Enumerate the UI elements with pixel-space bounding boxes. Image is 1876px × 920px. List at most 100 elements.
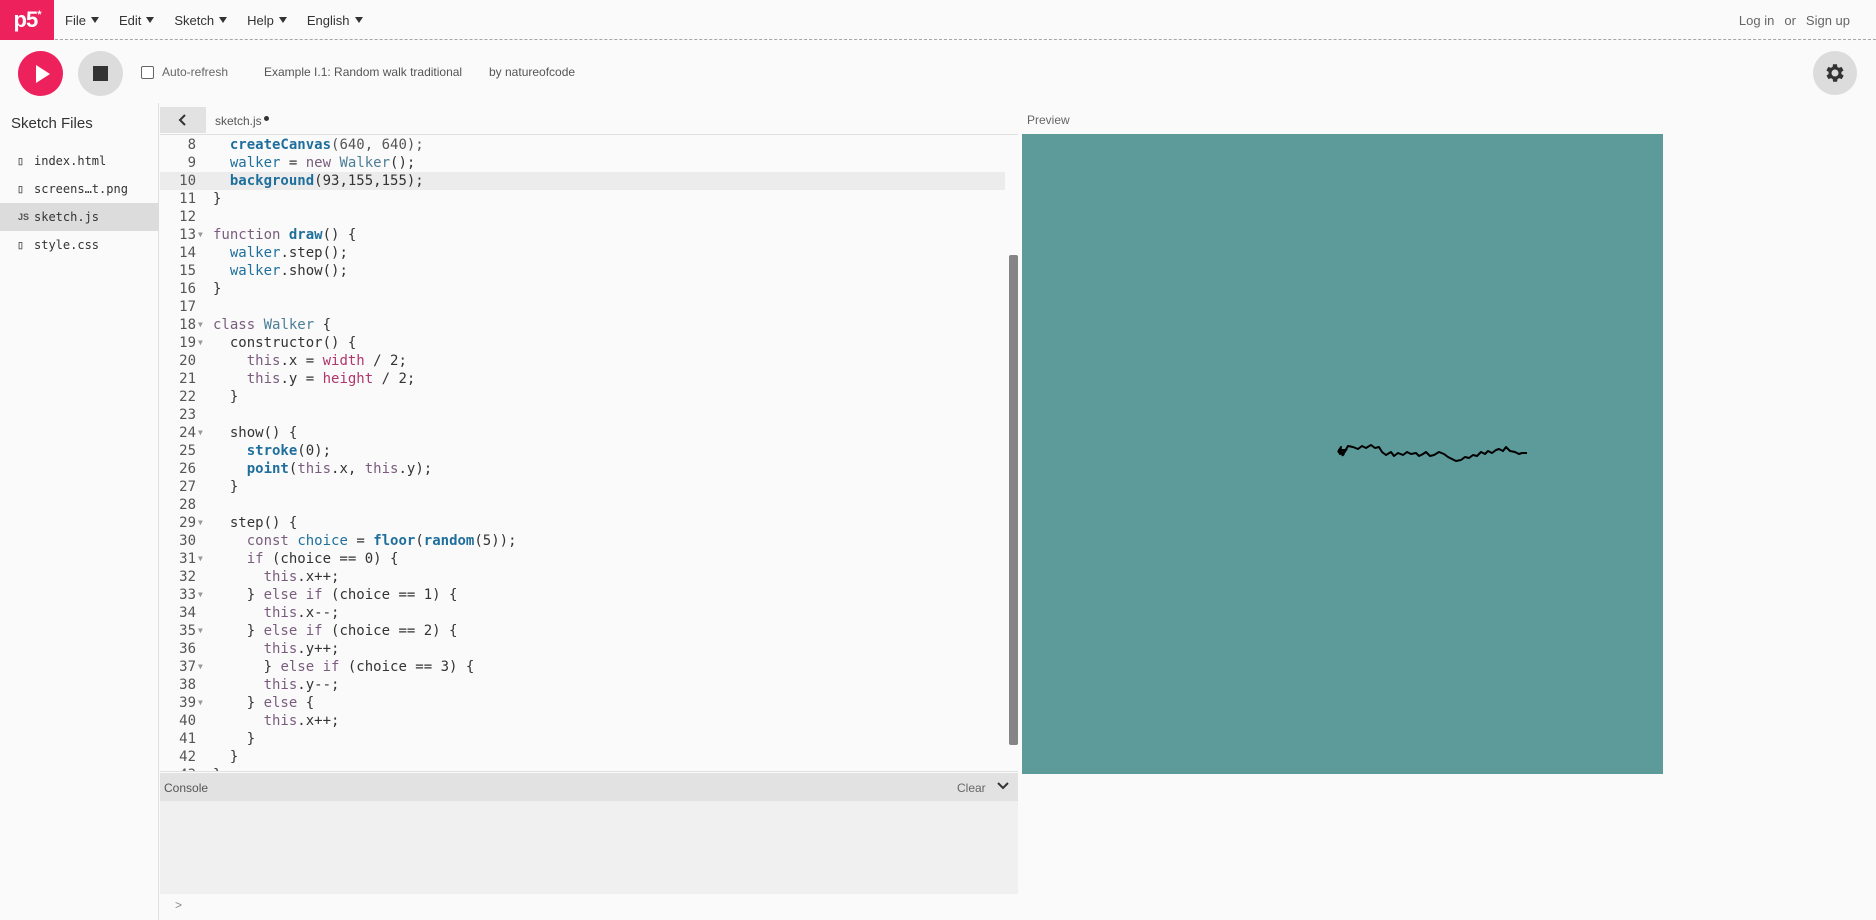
or-text: or <box>1784 12 1796 28</box>
file-item-sketch-js[interactable]: JS sketch.js <box>0 203 159 231</box>
fold-icon: ▼ <box>198 230 203 239</box>
console-output <box>160 801 1018 894</box>
code-line-39: 39 ▼ } else { <box>179 695 315 711</box>
stop-icon <box>93 66 108 81</box>
fold-icon: ▼ <box>198 554 203 563</box>
code-line-15: 15 walker.show(); <box>179 263 348 279</box>
file-icon: ▯ <box>18 239 23 250</box>
code-line-12: 12 <box>179 209 196 225</box>
code-line-31: 31 ▼ if (choice == 0) { <box>179 551 399 567</box>
code-line-9: 9 walker = new Walker(); <box>187 155 416 171</box>
code-line-40: 40 this.x++; <box>179 713 340 729</box>
auth-links: Log in or Sign up <box>1729 0 1850 40</box>
code-line-27: 27 } <box>179 479 239 495</box>
code-line-41: 41 } <box>179 731 256 747</box>
code-line-20: 20 this.x = width / 2; <box>179 353 407 369</box>
login-link[interactable]: Log in <box>1739 13 1774 28</box>
file-item-index-html[interactable]: ▯ index.html <box>0 147 159 175</box>
file-item-screenshot-png[interactable]: ▯ screens…t.png <box>0 175 159 203</box>
code-line-13: 13 ▼ function draw() { <box>179 227 357 243</box>
fold-icon: ▼ <box>198 518 203 527</box>
code-line-30: 30 const choice = floor(random(5)); <box>179 533 517 549</box>
preview-canvas[interactable] <box>1022 134 1663 774</box>
signup-link[interactable]: Sign up <box>1806 13 1850 28</box>
code-editor: sketch.js 8 createCanvas(640, 640); 9 wa… <box>160 103 1018 773</box>
settings-button[interactable] <box>1813 51 1857 95</box>
sidebar-title: Sketch Files <box>11 115 93 132</box>
main-menu: File Edit Sketch Help English <box>65 0 383 40</box>
editor-scrollbar-thumb[interactable] <box>1009 255 1018 745</box>
chevron-down-icon <box>997 782 1009 790</box>
file-item-style-css[interactable]: ▯ style.css <box>0 231 159 259</box>
code-area[interactable]: 8 createCanvas(640, 640); 9 walker = new… <box>160 136 1018 772</box>
play-button[interactable] <box>18 51 63 96</box>
code-line-29: 29 ▼ step() { <box>179 515 298 531</box>
console-clear-button[interactable]: Clear <box>957 781 986 795</box>
console-header: Console Clear <box>160 773 1018 801</box>
fold-icon: ▼ <box>198 428 203 437</box>
stop-button[interactable] <box>78 51 123 96</box>
code-line-21: 21 this.y = height / 2; <box>179 371 416 387</box>
code-line-24: 24 ▼ show() { <box>179 425 298 441</box>
menu-sketch[interactable]: Sketch <box>174 13 228 28</box>
file-icon: ▯ <box>18 155 23 166</box>
file-list: ▯ index.html ▯ screens…t.png JS sketch.js ▯… <box>0 147 159 259</box>
code-line-10: 10 background(93,155,155); <box>160 172 1005 190</box>
sketch-title[interactable]: Example I.1: Random walk traditional <box>264 65 462 79</box>
fold-icon: ▼ <box>198 338 203 347</box>
code-line-37: 37 ▼ } else if (choice == 3) { <box>179 659 475 675</box>
file-icon: ▯ <box>18 183 23 194</box>
collapse-sidebar-button[interactable] <box>160 107 206 133</box>
editor-file-tab[interactable]: sketch.js <box>215 114 269 128</box>
fold-icon: ▼ <box>198 320 203 329</box>
gear-icon <box>1826 64 1844 82</box>
code-line-16: 16} <box>179 281 222 297</box>
code-line-25: 25 stroke(0); <box>179 443 332 459</box>
js-icon: JS <box>18 212 30 222</box>
caret-down-icon <box>90 17 99 23</box>
code-line-17: 17 <box>179 299 196 315</box>
code-line-28: 28 <box>179 497 196 513</box>
menu-file[interactable]: File <box>65 13 99 28</box>
p5-logo[interactable]: p5 * <box>0 0 54 40</box>
code-line-11: 11} <box>179 191 222 207</box>
sketch-author[interactable]: by natureofcode <box>489 65 575 79</box>
auto-refresh-label: Auto-refresh <box>162 65 229 79</box>
console-toggle-button[interactable] <box>996 779 1010 798</box>
code-line-35: 35 ▼ } else if (choice == 2) { <box>179 623 458 639</box>
play-icon <box>35 64 50 83</box>
code-line-23: 23 <box>179 407 196 423</box>
toolbar: Auto-refresh Example I.1: Random walk tr… <box>0 41 1876 103</box>
menu-language[interactable]: English <box>307 13 363 28</box>
code-line-38: 38 this.y--; <box>179 677 340 693</box>
caret-down-icon <box>219 17 228 23</box>
console-input[interactable]: > <box>160 894 1018 920</box>
menu-help[interactable]: Help <box>247 13 287 28</box>
auto-refresh: Auto-refresh <box>141 65 228 79</box>
auto-refresh-checkbox[interactable] <box>141 65 154 79</box>
fold-icon: ▼ <box>198 698 203 707</box>
console-prompt: > <box>175 898 183 912</box>
top-nav: p5 * File Edit Sketch Help English Log in… <box>0 0 1876 40</box>
chevron-left-icon <box>178 114 186 126</box>
caret-down-icon <box>146 17 155 23</box>
code-line-42: 42 } <box>179 749 239 765</box>
code-lines: 8 createCanvas(640, 640); 9 walker = new… <box>160 136 1005 771</box>
fold-icon: ▼ <box>198 590 203 599</box>
menu-edit[interactable]: Edit <box>119 13 155 28</box>
caret-down-icon <box>278 17 287 23</box>
fold-icon: ▼ <box>198 626 203 635</box>
code-line-14: 14 walker.step(); <box>179 245 348 261</box>
code-line-26: 26 point(this.x, this.y); <box>179 461 433 477</box>
code-line-34: 34 this.x--; <box>179 605 340 621</box>
code-line-19: 19 ▼ constructor() { <box>179 335 357 351</box>
code-line-18: 18 ▼ class Walker { <box>179 317 332 333</box>
sketch-files-sidebar: Sketch Files ▯ index.html ▯ screens…t.png … <box>0 103 159 920</box>
fold-icon: ▼ <box>198 662 203 671</box>
code-line-36: 36 this.y++; <box>179 641 340 657</box>
code-line-32: 32 this.x++; <box>179 569 340 585</box>
code-line-33: 33 ▼ } else if (choice == 1) { <box>179 587 458 603</box>
preview-label: Preview <box>1027 113 1070 127</box>
unsaved-indicator <box>263 116 269 121</box>
code-line-8: 8 createCanvas(640, 640); <box>187 137 424 153</box>
